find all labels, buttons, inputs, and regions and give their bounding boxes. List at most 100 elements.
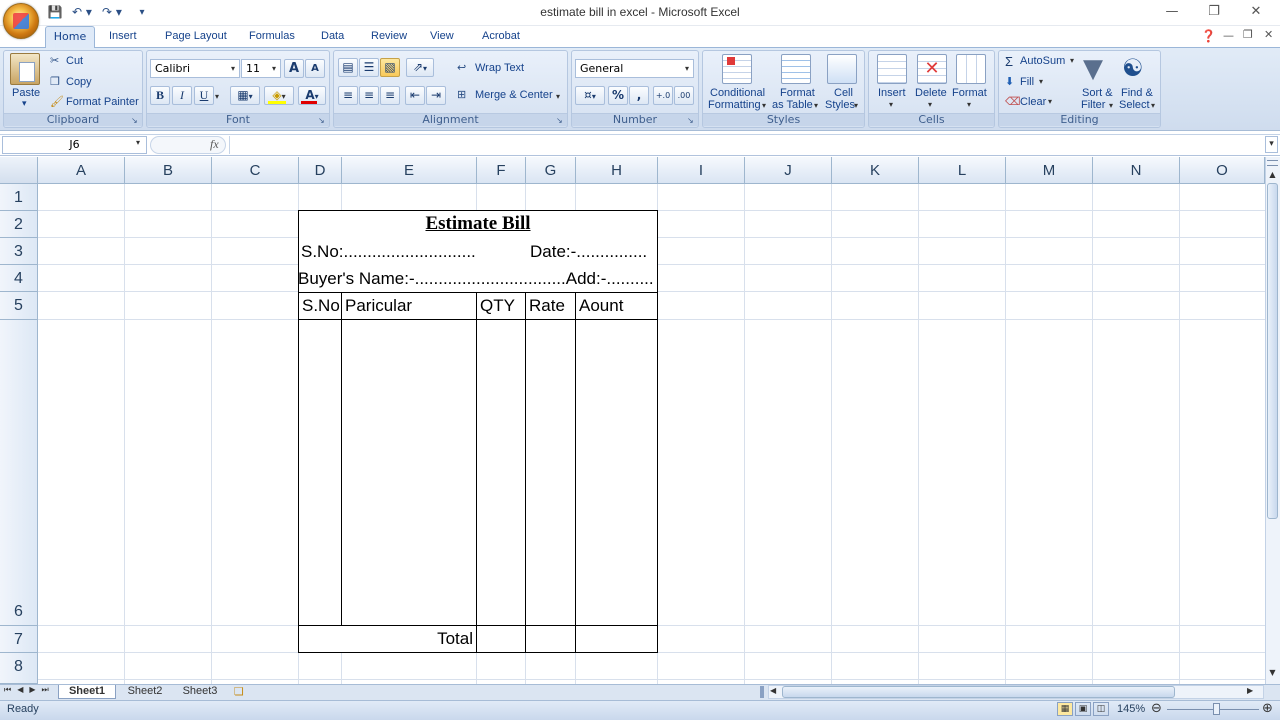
number-launcher-icon[interactable]: ↘ [687,116,694,125]
formula-input[interactable] [229,136,1263,154]
sort-filter-icon[interactable]: ▼ [1083,55,1103,83]
ribbon-minimize-icon[interactable]: — [1223,29,1234,42]
split-handle-icon[interactable] [1267,160,1278,166]
clear-button[interactable]: Clear [1020,96,1046,108]
cell-styles-icon[interactable] [827,54,857,84]
find-select-label-1[interactable]: Find & [1121,87,1153,99]
percent-style-button[interactable]: % [608,86,628,105]
bill-date-line[interactable]: Date:-............... [530,242,647,262]
column-header-h[interactable]: H [576,157,658,184]
scroll-down-icon[interactable]: ▼ [1266,666,1279,680]
column-header-o[interactable]: O [1180,157,1265,184]
insert-function-button[interactable]: fx [210,137,219,152]
autosum-dropdown-icon[interactable]: ▾ [1070,56,1074,65]
row-header-4[interactable]: 4 [0,265,38,292]
column-header-c[interactable]: C [212,157,299,184]
copy-button[interactable]: Copy [66,76,92,88]
sheet-tab-2[interactable]: Sheet2 [118,685,172,699]
clipboard-launcher-icon[interactable]: ↘ [131,116,138,125]
name-box[interactable]: J6 [2,136,147,154]
tab-home[interactable]: Home [45,26,95,48]
column-header-e[interactable]: E [342,157,477,184]
cell-styles-label-1[interactable]: Cell [834,87,853,99]
column-header-n[interactable]: N [1093,157,1180,184]
name-box-dropdown-icon[interactable]: ▾ [136,138,140,147]
tab-acrobat[interactable]: Acrobat [482,29,520,47]
bill-header-particular[interactable]: Paricular [345,296,412,316]
decrease-indent-button[interactable]: ⇤ [405,86,425,105]
tab-view[interactable]: View [430,29,454,47]
sheet-tab-1[interactable]: Sheet1 [58,685,116,699]
close-button[interactable]: ✕ [1242,3,1270,21]
conditional-formatting-label-1[interactable]: Conditional [710,87,765,99]
ribbon-close-icon[interactable]: ✕ [1264,28,1273,41]
tab-page-layout[interactable]: Page Layout [165,29,227,47]
binoculars-icon[interactable]: ☯ [1122,54,1144,82]
row-header-8[interactable]: 8 [0,653,38,684]
bill-buyer-line[interactable]: Buyer's Name:-..........................… [298,269,658,289]
align-top-button[interactable]: ▤ [338,58,358,77]
tab-review[interactable]: Review [371,29,407,47]
grow-font-button[interactable]: A [284,59,304,78]
find-select-label-2[interactable]: Select [1119,99,1150,111]
fill-button[interactable]: Fill [1020,76,1034,88]
insert-cells-icon[interactable] [877,54,907,84]
tab-insert[interactable]: Insert [109,29,137,47]
tab-split-handle[interactable] [760,686,764,698]
expand-formula-bar-icon[interactable]: ▾ [1265,136,1278,153]
format-cells-dropdown-icon[interactable]: ▾ [967,100,971,109]
vertical-scroll-thumb[interactable] [1267,183,1278,519]
delete-cells-button[interactable]: Delete [915,87,947,99]
ribbon-restore-icon[interactable]: ❐ [1243,28,1253,41]
comma-style-button[interactable]: , [629,86,649,105]
row-header-1[interactable]: 1 [0,184,38,211]
bill-title[interactable]: Estimate Bill [298,213,658,235]
row-header-7[interactable]: 7 [0,626,38,653]
select-all-corner[interactable] [0,157,38,184]
cut-button[interactable]: Cut [66,55,83,67]
number-format-select[interactable]: General ▾ [575,59,694,78]
zoom-level[interactable]: 145% [1117,703,1145,715]
format-as-table-icon[interactable] [781,54,811,84]
increase-indent-button[interactable]: ⇥ [426,86,446,105]
column-header-g[interactable]: G [526,157,576,184]
bill-sno-line[interactable]: S.No:............................ [301,242,476,262]
underline-dropdown-icon[interactable]: ▾ [215,92,219,101]
delete-cells-dropdown-icon[interactable]: ▾ [928,100,932,109]
office-button[interactable] [3,3,39,39]
paste-dropdown-icon[interactable]: ▾ [22,98,27,109]
wrap-text-button[interactable]: Wrap Text [475,62,524,74]
column-header-j[interactable]: J [745,157,832,184]
font-size-select[interactable]: 11 ▾ [241,59,281,78]
format-as-table-dropdown-icon[interactable]: ▾ [814,101,818,110]
conditional-formatting-dropdown-icon[interactable]: ▾ [762,101,766,110]
bill-header-qty[interactable]: QTY [480,296,515,316]
merge-center-button[interactable]: Merge & Center [475,89,553,101]
sheet-nav-icons[interactable]: ⏮◀▶⏭ [4,685,55,695]
increase-decimal-button[interactable]: +.0 [653,86,673,105]
row-header-6[interactable]: 6 [0,320,38,626]
page-layout-view-icon[interactable]: ▣ [1075,702,1091,716]
bold-button[interactable]: B [150,86,170,105]
scroll-left-icon[interactable]: ◀ [770,686,776,695]
cell-styles-dropdown-icon[interactable]: ▾ [854,101,858,110]
italic-button[interactable]: I [172,86,192,105]
align-middle-button[interactable]: ☰ [359,58,379,77]
align-right-button[interactable]: ≡ [380,86,400,105]
insert-sheet-icon[interactable]: ❏ [234,685,244,698]
align-left-button[interactable]: ≡ [338,86,358,105]
shrink-font-button[interactable]: A [305,59,325,78]
zoom-out-icon[interactable]: ⊖ [1151,701,1162,716]
conditional-formatting-label-2[interactable]: Formatting [708,99,761,111]
bill-header-sno[interactable]: S.No [302,296,340,316]
zoom-slider-thumb[interactable] [1213,703,1220,715]
font-name-select[interactable]: Calibri ▾ [150,59,240,78]
sort-filter-label-1[interactable]: Sort & [1082,87,1113,99]
format-as-table-label-2[interactable]: as Table [772,99,813,111]
row-header-5[interactable]: 5 [0,292,38,320]
normal-view-icon[interactable]: ▦ [1057,702,1073,716]
sort-filter-dropdown-icon[interactable]: ▾ [1109,101,1113,110]
column-header-f[interactable]: F [477,157,526,184]
accounting-format-button[interactable]: ¤▾ [575,86,605,105]
sort-filter-label-2[interactable]: Filter [1081,99,1105,111]
